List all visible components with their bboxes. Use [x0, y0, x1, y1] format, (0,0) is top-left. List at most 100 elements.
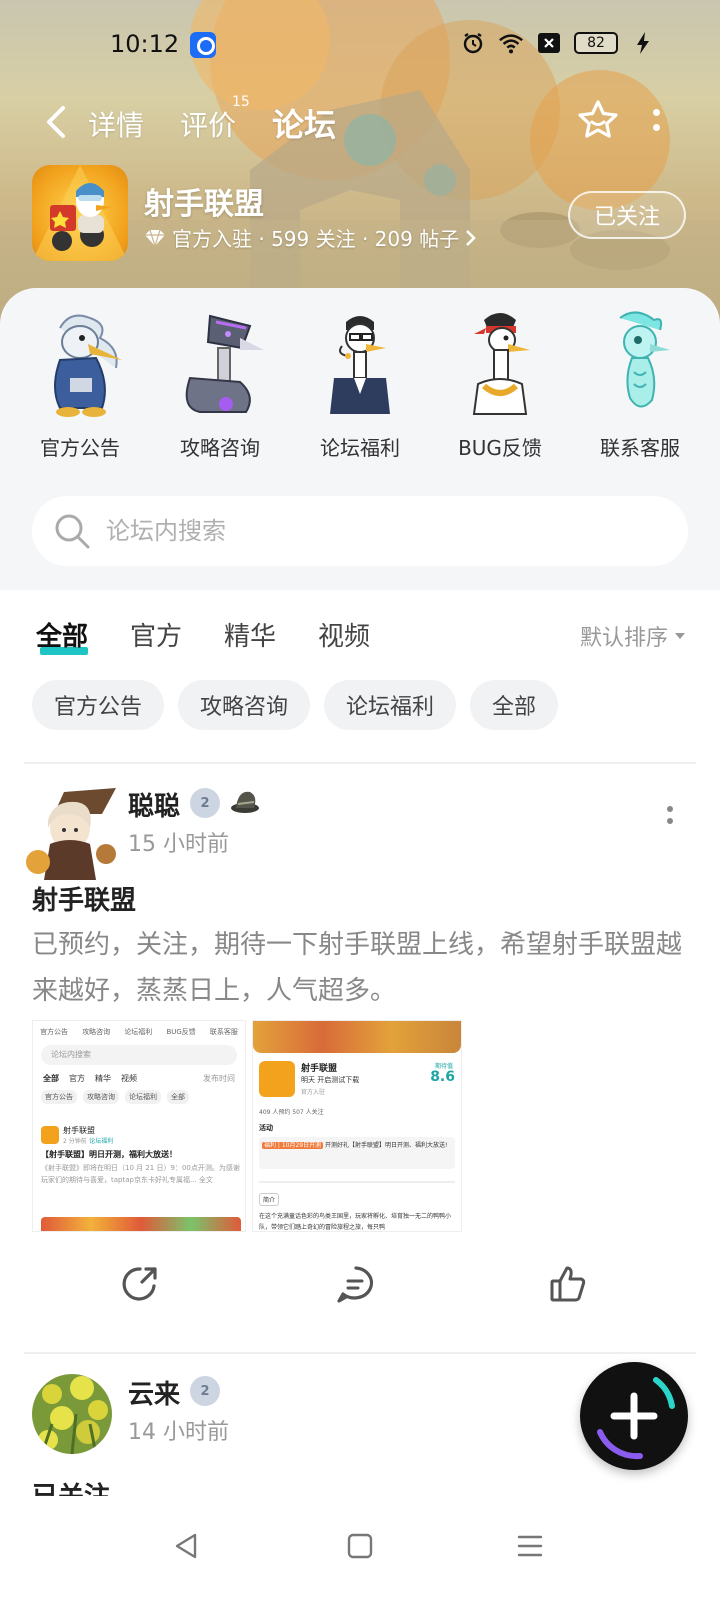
category-customer-service[interactable]: 联系客服 [570, 308, 710, 461]
category-strategy-consult[interactable]: 攻略咨询 [150, 308, 290, 461]
wifi-icon [498, 30, 524, 56]
mini-text: 简介 [259, 1193, 280, 1206]
mini-text: 全部 [43, 1074, 59, 1083]
game-meta[interactable]: 官方入驻 · 599 关注 · 209 帖子 [144, 223, 477, 252]
mini-text: BUG反馈 [166, 1028, 196, 1036]
post-image-2[interactable]: 射手联盟 明天 开启测试下载 官方入驻 期待值 8.6 409 人预约 507 … [252, 1020, 462, 1232]
system-navigation-bar [0, 1500, 720, 1600]
mini-tabs: 全部 官方 精华 视频 发布时间 [43, 1073, 235, 1084]
category-chips: 官方公告 攻略咨询 论坛福利 全部 [32, 680, 559, 730]
category-label: 官方公告 [40, 436, 120, 460]
mini-text: 射手联盟 [301, 1064, 338, 1074]
category-bug-report[interactable]: BUG反馈 [430, 308, 570, 461]
post-time: 14 小时前 [128, 1420, 229, 1445]
mini-text: 在这个充满童话色彩的鸟类王国里，玩家将孵化、培育独一无二的鸭鸭小队，带领它们踏上… [259, 1213, 452, 1231]
mini-text: 视频 [121, 1074, 137, 1083]
search-input[interactable] [106, 517, 606, 545]
alarm-icon [460, 30, 486, 56]
post-username[interactable]: 聪聪 [128, 786, 180, 823]
mini-post: 射手联盟 2 分钟前 论坛福利 【射手联盟】明日开测，福利大放送！ 《射手联盟》… [41, 1125, 241, 1198]
sort-dropdown[interactable]: 默认排序 [580, 620, 686, 652]
hat-badge-icon [228, 784, 262, 822]
tab-forum[interactable]: 论坛 [272, 100, 337, 146]
favorite-button[interactable] [574, 96, 622, 144]
chevron-left-icon [47, 106, 65, 138]
mini-text: 联系客服 [209, 1028, 238, 1036]
ghost-bird-icon [619, 311, 670, 408]
category-panel: 官方公告 攻略咨询 论坛福利 BUG反馈 联系客服 论坛内搜索 [0, 288, 720, 590]
top-navigation: 详情 评价 15 论坛 [0, 92, 720, 156]
filter-tab-featured[interactable]: 精华 [224, 616, 276, 653]
game-app-icon[interactable] [32, 165, 128, 261]
mini-text: 活动 [259, 1124, 273, 1132]
post-image-1[interactable]: 官方公告 攻略咨询 论坛福利 BUG反馈 联系客服 论坛内搜索 全部 官方 精华… [32, 1020, 246, 1232]
more-menu-button[interactable] [642, 100, 670, 140]
mini-text: 8.6 [430, 1069, 455, 1085]
game-info: 射手联盟 官方入驻 · 599 关注 · 209 帖子 已关注 [0, 165, 720, 265]
goose-headband-icon [472, 313, 530, 415]
chip-forum-benefits[interactable]: 论坛福利 [324, 680, 457, 730]
mini-activity: 福利 | 10月29日开测 开测好礼【射手联盟】明日开测、福利大放送! [259, 1137, 455, 1169]
mini-chips: 官方公告 攻略咨询 论坛福利 全部 [41, 1090, 237, 1104]
comment-icon [337, 1266, 374, 1303]
forum-search[interactable] [32, 496, 688, 566]
create-post-button[interactable] [580, 1362, 688, 1470]
share-button[interactable] [118, 1262, 162, 1306]
flower-field-avatar [32, 1374, 112, 1454]
mini-game-icon [41, 1126, 59, 1144]
post-title: 已关注 [32, 1476, 110, 1496]
no-sim-icon [536, 30, 562, 56]
filter-tab-video[interactable]: 视频 [318, 616, 370, 653]
mini-text: 官方 [69, 1074, 85, 1083]
system-home-button[interactable] [340, 1526, 380, 1566]
filter-tab-all[interactable]: 全部 [36, 616, 89, 655]
post-title: 射手联盟 [32, 886, 137, 916]
mini-text: 2 分钟前 [63, 1138, 87, 1145]
menu-lines-icon [517, 1535, 543, 1557]
mini-text: 论坛福利 [124, 1028, 153, 1036]
comment-button[interactable] [334, 1262, 378, 1306]
mini-text: 409 人预约 507 人关注 [259, 1109, 324, 1116]
back-button[interactable] [36, 102, 76, 142]
like-button[interactable] [546, 1262, 590, 1306]
mini-character-strip [41, 1217, 241, 1231]
avatar[interactable] [24, 784, 120, 880]
mini-text: 论坛福利 [89, 1138, 114, 1145]
post-username[interactable]: 云来 [128, 1374, 180, 1411]
post-card[interactable]: 聪聪 2 15 小时前 射手联盟 已预约，关注，期待一下射手联盟上线，希望射手联… [0, 784, 720, 1344]
category-official-announcements[interactable]: 官方公告 [10, 308, 150, 461]
sort-label: 默认排序 [580, 626, 669, 651]
filter-tab-official[interactable]: 官方 [130, 616, 182, 653]
category-forum-benefits[interactable]: 论坛福利 [290, 308, 430, 461]
mini-text: 发布时间 [203, 1074, 235, 1083]
filter-tab-label: 全部 [36, 622, 89, 652]
chip-strategy-consult[interactable]: 攻略咨询 [178, 680, 311, 730]
mini-text: 攻略咨询 [82, 1028, 111, 1036]
caret-down-icon [675, 633, 686, 639]
post-more-button[interactable] [660, 806, 680, 836]
chip-all[interactable]: 全部 [470, 680, 559, 730]
mini-divider [259, 1181, 455, 1183]
follow-button[interactable]: 已关注 [568, 191, 686, 239]
game-title: 射手联盟 [144, 187, 264, 222]
triangle-back-icon [175, 1533, 197, 1559]
mini-banner [253, 1021, 461, 1053]
filter-tabs: 全部 官方 精华 视频 默认排序 [0, 610, 720, 670]
diamond-icon [145, 229, 165, 247]
avatar[interactable] [32, 1374, 112, 1454]
battery-indicator: 82 [574, 32, 618, 54]
system-recents-button[interactable] [510, 1526, 550, 1566]
mini-text: 官方公告 [41, 1090, 77, 1104]
tab-reviews[interactable]: 评价 [180, 104, 236, 144]
chevron-right-icon [466, 229, 477, 246]
duck-rider-icon [32, 165, 128, 261]
game-meta-text: 官方入驻 · 599 关注 · 209 帖子 [172, 227, 460, 251]
mini-text: 精华 [95, 1074, 111, 1083]
tab-details[interactable]: 详情 [88, 104, 144, 144]
mini-text: 全部 [167, 1090, 189, 1104]
chip-official-announcements[interactable]: 官方公告 [32, 680, 165, 730]
user-level-badge: 2 [190, 1376, 220, 1406]
system-back-button[interactable] [166, 1526, 206, 1566]
post-time: 15 小时前 [128, 832, 229, 857]
app-notification-icon [190, 32, 216, 58]
